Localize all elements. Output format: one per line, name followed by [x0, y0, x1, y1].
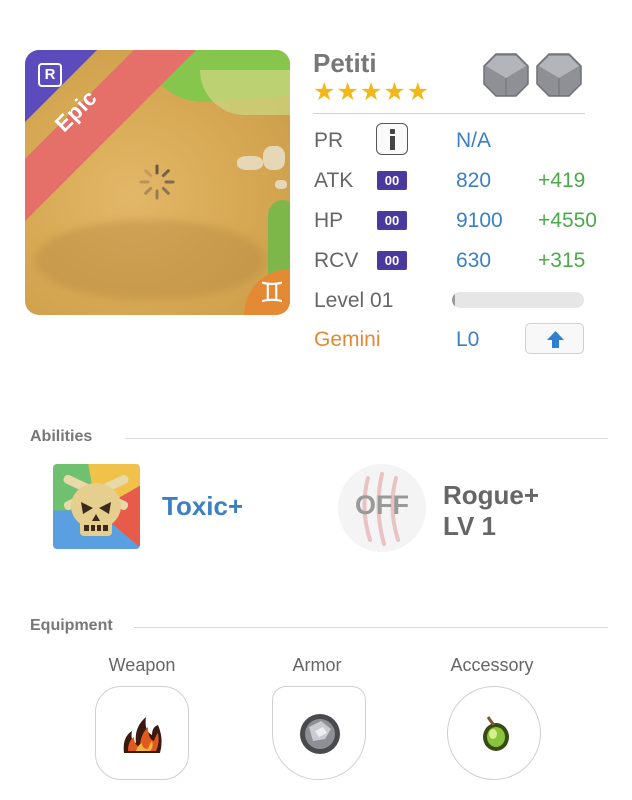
ability-name[interactable]: Rogue+ LV 1 [443, 480, 539, 542]
section-divider [134, 627, 608, 628]
rock-decoration [263, 146, 285, 170]
skull-icon[interactable] [53, 464, 140, 549]
ability-off-status: OFF [355, 490, 409, 520]
armor-slot[interactable] [272, 686, 366, 780]
unit-portrait[interactable]: R Epic ♊ [25, 50, 290, 315]
weapon-label: Weapon [108, 655, 176, 675]
level-progress-bar [452, 292, 584, 308]
upgrade-button[interactable] [525, 323, 584, 354]
sign-level: L0 [456, 328, 480, 351]
stat-value-rcv: 630 [456, 249, 492, 272]
equipment-section-title: Equipment [30, 617, 113, 634]
grass-decoration [200, 70, 290, 115]
level-label: Level 01 [314, 289, 394, 312]
rock-decoration [275, 180, 287, 189]
ability-level: LV 1 [443, 511, 496, 541]
stone-shield-icon [300, 714, 340, 754]
stat-bonus-atk: +419 [538, 169, 586, 192]
accessory-slot[interactable] [447, 686, 541, 780]
rock-decoration [237, 156, 263, 170]
info-button[interactable] [376, 123, 408, 155]
ability-name-text: Rogue+ [443, 480, 540, 510]
octagon-stone-icon[interactable] [482, 52, 530, 98]
stat-label-rcv: RCV [314, 249, 359, 272]
unit-name: Petiti [313, 48, 377, 78]
ability-name[interactable]: Toxic+ [162, 491, 243, 522]
loading-spinner-icon [139, 164, 175, 200]
weapon-slot[interactable] [95, 686, 189, 780]
octagon-stone-icon[interactable] [535, 52, 583, 98]
sign-label: Gemini [314, 328, 381, 351]
stat-label-pr: PR [314, 129, 344, 152]
stat-badge-atk: 00 [377, 171, 407, 190]
info-icon [390, 129, 395, 134]
dirt-shadow [35, 220, 265, 300]
green-gem-icon [483, 716, 509, 751]
stat-value-atk: 820 [456, 169, 492, 192]
info-icon [390, 136, 395, 150]
stat-bonus-hp: +4550 [538, 209, 597, 232]
stat-value-hp: 9100 [456, 209, 503, 232]
abilities-section-title: Abilities [30, 428, 93, 445]
flame-icon [123, 717, 162, 753]
stat-label-atk: ATK [314, 169, 354, 192]
skull-icon [63, 474, 129, 536]
stat-value-pr: N/A [456, 129, 492, 152]
stat-bonus-rcv: +315 [538, 249, 586, 272]
arrow-up-icon [547, 331, 564, 348]
stat-badge-hp: 00 [377, 211, 407, 230]
stat-badge-rcv: 00 [377, 251, 407, 270]
armor-label: Armor [292, 655, 342, 675]
level-progress-fill [452, 292, 455, 308]
stat-label-hp: HP [314, 209, 344, 232]
divider [313, 113, 585, 114]
rarity-r-badge: R [38, 63, 62, 87]
section-divider [125, 438, 608, 439]
accessory-label: Accessory [450, 655, 534, 675]
star-rating: ★★★★★ [313, 78, 431, 106]
